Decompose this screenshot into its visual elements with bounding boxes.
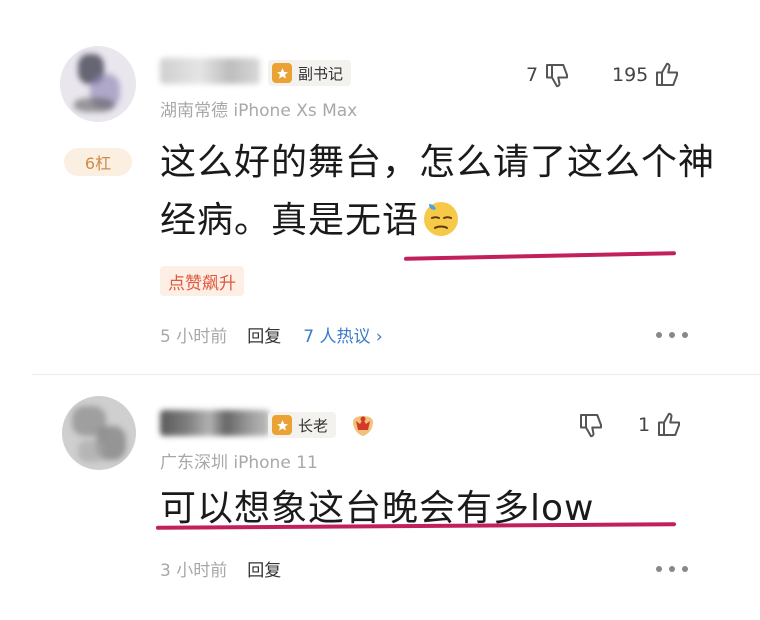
upvote-button[interactable]: 1 xyxy=(638,410,684,440)
reply-button[interactable]: 回复 xyxy=(247,556,281,581)
comment-item: 副书记 湖南常德 iPhone Xs Max 7 195 6杠 这么好的舞台，怎… xyxy=(0,0,760,370)
timestamp: 5 小时前 xyxy=(160,327,228,347)
thumbs-up-icon xyxy=(656,62,679,86)
upvote-count: 1 xyxy=(638,414,651,436)
username-redacted[interactable] xyxy=(160,58,260,84)
badge-label: 副书记 xyxy=(298,64,344,83)
device-info: 广东深圳 iPhone 11 xyxy=(160,453,318,473)
comment-text: 这么好的舞台，怎么请了这么个神经病。真是无语 xyxy=(160,142,716,241)
timestamp: 3 小时前 xyxy=(160,561,228,581)
hot-tag: 点赞飙升 xyxy=(160,266,244,296)
rank-badge[interactable]: 长老 xyxy=(268,412,337,438)
star-icon xyxy=(272,63,292,83)
rank-badge[interactable]: 副书记 xyxy=(268,60,352,86)
downcast-sweat-emoji-icon xyxy=(424,202,459,236)
divider xyxy=(32,374,760,375)
badge-label: 长老 xyxy=(298,416,329,435)
thumbs-down-icon xyxy=(546,64,569,88)
medal-icon[interactable] xyxy=(350,412,376,438)
thumbs-up-icon xyxy=(658,412,681,436)
discussion-link[interactable]: 7 人热议 › xyxy=(303,322,382,347)
avatar[interactable] xyxy=(60,46,136,122)
device-info: 湖南常德 iPhone Xs Max xyxy=(160,101,358,121)
thumbs-down-icon xyxy=(580,414,602,438)
downvote-button[interactable]: 7 xyxy=(526,60,572,90)
avatar[interactable] xyxy=(62,396,136,470)
reply-button[interactable]: 回复 xyxy=(247,322,281,347)
comment-item: 长老 广东深圳 iPhone 11 1 可以想象这台晚会有多low 3 小时前 … xyxy=(0,378,760,620)
comment-meta: 5 小时前 回复 7 人热议 › xyxy=(160,322,383,347)
comment-text: 可以想象这台晚会有多low xyxy=(160,488,595,529)
more-options-icon[interactable] xyxy=(656,565,688,573)
star-icon xyxy=(272,415,292,435)
more-options-icon[interactable] xyxy=(656,331,688,339)
downvote-button[interactable] xyxy=(572,410,606,440)
downvote-count: 7 xyxy=(526,64,539,86)
upvote-count: 195 xyxy=(612,64,649,86)
highlight-underline xyxy=(403,251,677,261)
upvote-button[interactable]: 195 xyxy=(612,60,682,90)
level-badge: 6杠 xyxy=(64,148,132,176)
comment-meta: 3 小时前 回复 xyxy=(160,556,303,581)
username-redacted[interactable] xyxy=(160,410,270,436)
